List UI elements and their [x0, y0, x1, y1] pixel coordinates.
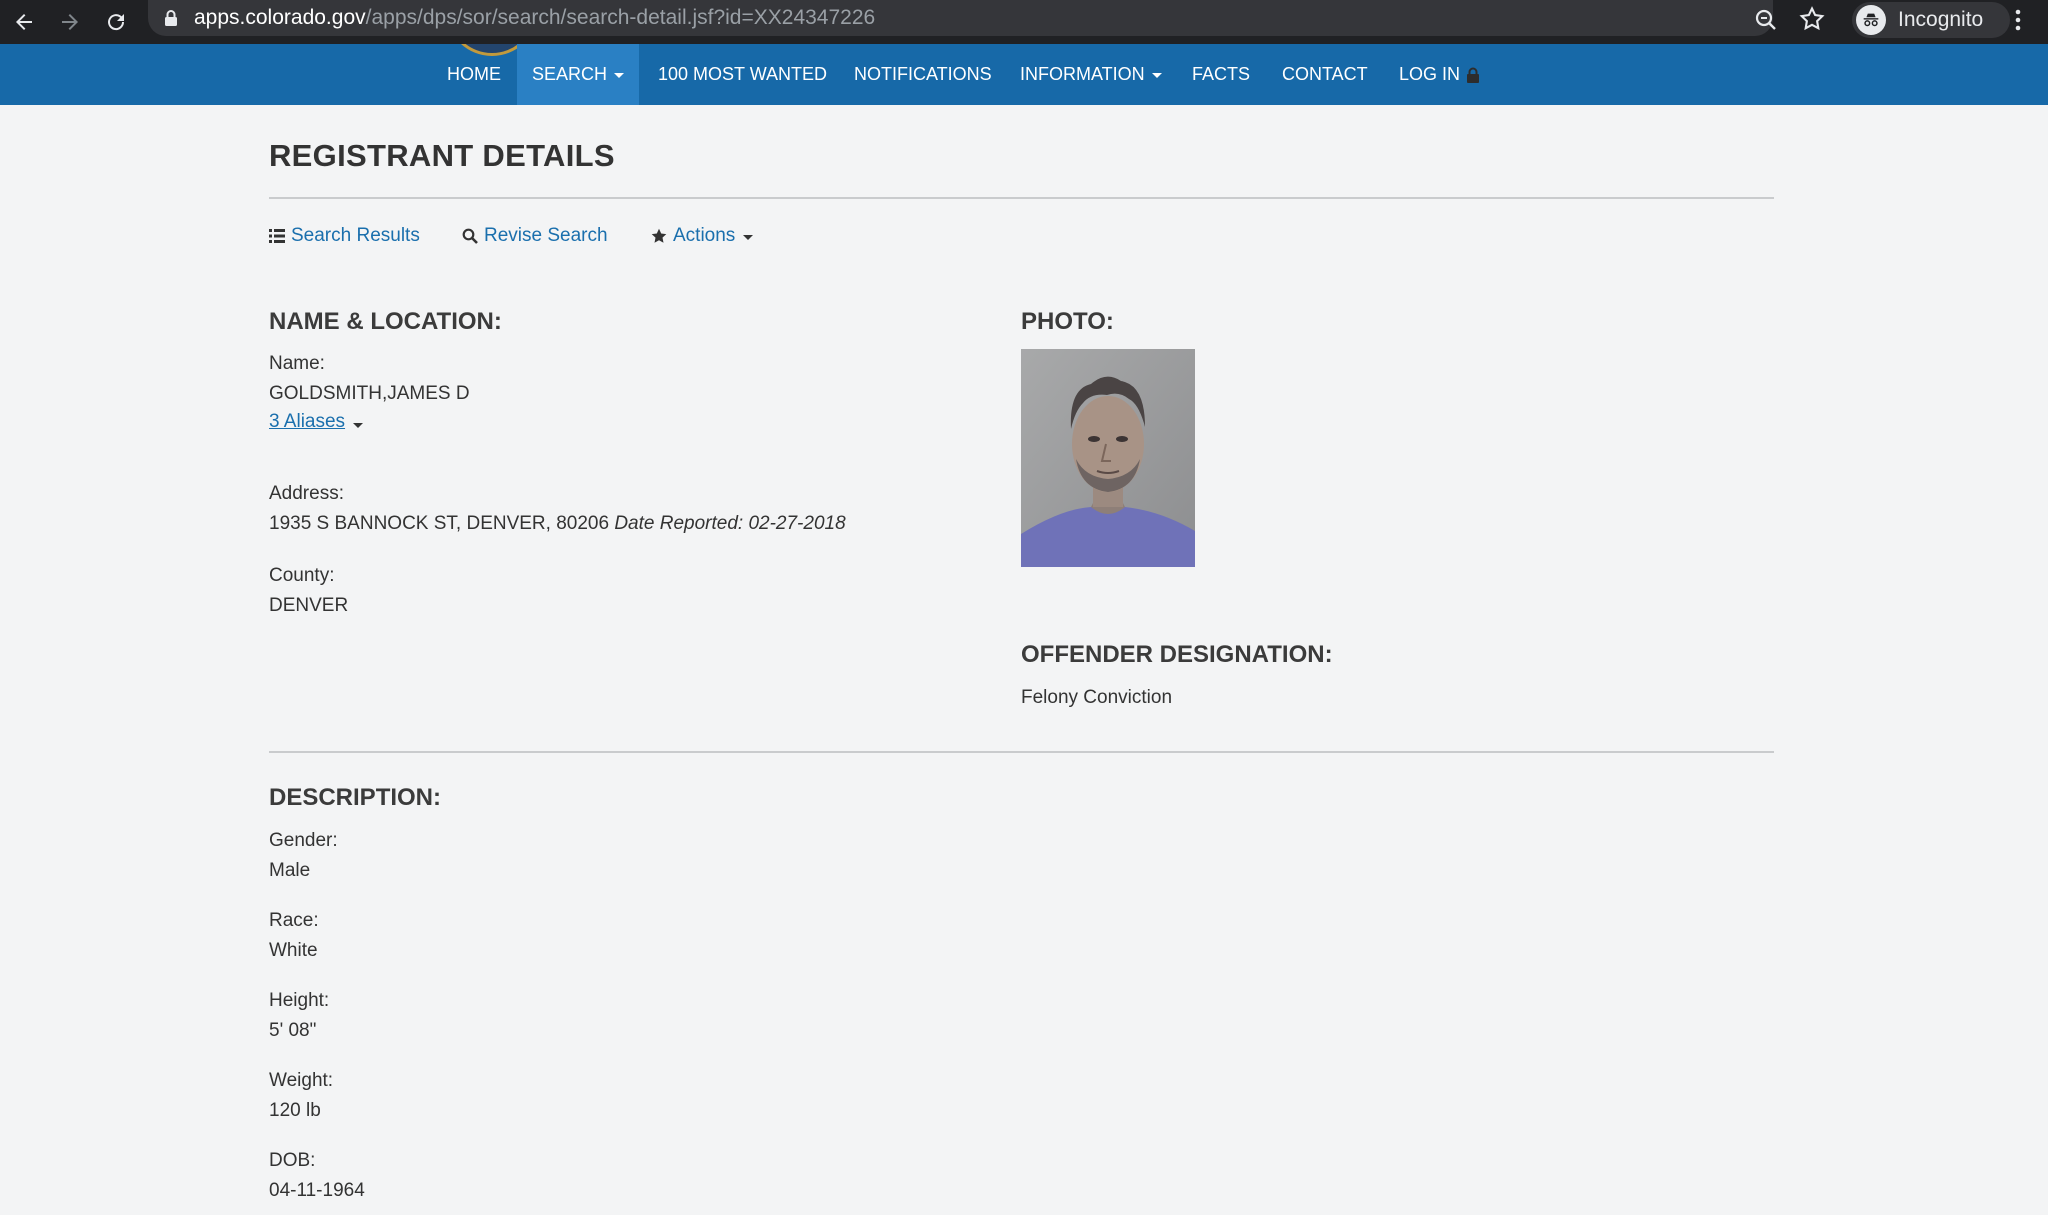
- weight-value: 120 lb: [269, 1100, 321, 1121]
- nav-contact-label: CONTACT: [1282, 64, 1368, 84]
- name-label: Name:: [269, 353, 325, 374]
- nav-login-label: LOG IN: [1399, 64, 1461, 84]
- date-reported: Date Reported: 02-27-2018: [614, 513, 846, 534]
- caret-down-icon: [743, 234, 754, 240]
- offender-designation-heading: OFFENDER DESIGNATION:: [1021, 641, 1333, 668]
- nav-most-wanted-label: 100 MOST WANTED: [658, 64, 828, 84]
- registrant-photo: [1021, 349, 1195, 567]
- incognito-label: Incognito: [1898, 8, 1984, 31]
- actions-dropdown[interactable]: Actions: [651, 223, 754, 249]
- nav-notifications[interactable]: NOTIFICATIONS: [854, 44, 992, 105]
- name-value: GOLDSMITH,JAMES D: [269, 383, 470, 404]
- height-value: 5' 08": [269, 1020, 317, 1041]
- star-icon: [651, 228, 667, 243]
- height-label: Height:: [269, 990, 330, 1011]
- nav-home-label: HOME: [447, 64, 501, 84]
- nav-home[interactable]: HOME: [447, 44, 501, 105]
- zoom-icon[interactable]: [1752, 6, 1780, 34]
- nav-facts[interactable]: FACTS: [1192, 44, 1250, 105]
- incognito-badge[interactable]: Incognito: [1852, 2, 2010, 38]
- page-title: REGISTRANT DETAILS: [269, 138, 615, 173]
- nav-information[interactable]: INFORMATION: [1020, 44, 1162, 105]
- lock-icon: [165, 10, 177, 26]
- gender-value: Male: [269, 860, 311, 881]
- nav-login[interactable]: LOG IN: [1399, 44, 1480, 105]
- race-value: White: [269, 940, 318, 961]
- county-value: DENVER: [269, 595, 349, 616]
- aliases-label: 3 Aliases: [269, 411, 346, 432]
- address-line: 1935 S BANNOCK ST, DENVER, 80206 Date Re…: [269, 513, 846, 535]
- address-bar[interactable]: apps.colorado.gov/apps/dps/sor/search/se…: [148, 0, 1773, 36]
- photo-heading: PHOTO:: [1021, 308, 1114, 335]
- race-label: Race:: [269, 910, 319, 931]
- dob-value: 04-11-1964: [269, 1180, 365, 1201]
- reload-icon[interactable]: [100, 6, 132, 38]
- forward-arrow-icon[interactable]: [54, 6, 86, 38]
- search-icon: [462, 228, 478, 244]
- bookmark-star-icon[interactable]: [1798, 5, 1826, 33]
- gender-label: Gender:: [269, 830, 338, 851]
- url-path: /apps/dps/sor/search/search-detail.jsf?i…: [365, 6, 876, 29]
- lock-icon: [1467, 67, 1480, 83]
- address-label: Address:: [269, 483, 344, 504]
- section-divider: [269, 751, 1774, 753]
- caret-down-icon: [353, 422, 364, 428]
- nav-most-wanted[interactable]: 100 MOST WANTED: [658, 44, 827, 105]
- offender-designation-value: Felony Conviction: [1021, 687, 1173, 708]
- revise-search-link[interactable]: Revise Search: [462, 223, 608, 249]
- nav-search[interactable]: SEARCH: [517, 44, 639, 105]
- incognito-icon: [1856, 5, 1886, 35]
- county-label: County:: [269, 565, 335, 586]
- title-divider: [269, 197, 1774, 199]
- aliases-dropdown-link[interactable]: 3 Aliases: [269, 411, 364, 433]
- address-value: 1935 S BANNOCK ST, DENVER, 80206: [269, 513, 610, 534]
- caret-down-icon: [614, 73, 624, 78]
- nav-contact[interactable]: CONTACT: [1282, 44, 1368, 105]
- nav-notifications-label: NOTIFICATIONS: [854, 64, 992, 84]
- weight-label: Weight:: [269, 1070, 334, 1091]
- url-host: apps.colorado.gov: [194, 6, 366, 29]
- kebab-menu-icon[interactable]: [2006, 4, 2030, 36]
- caret-down-icon: [1151, 73, 1162, 78]
- back-arrow-icon[interactable]: [8, 6, 40, 38]
- search-results-link[interactable]: Search Results: [269, 223, 420, 249]
- url-text[interactable]: apps.colorado.gov/apps/dps/sor/search/se…: [194, 5, 875, 31]
- nav-facts-label: FACTS: [1192, 64, 1251, 84]
- name-location-heading: NAME & LOCATION:: [269, 308, 502, 335]
- search-results-label: Search Results: [291, 225, 420, 246]
- actions-label: Actions: [673, 225, 736, 246]
- browser-toolbar: apps.colorado.gov/apps/dps/sor/search/se…: [0, 0, 2048, 44]
- nav-information-label: INFORMATION: [1020, 64, 1145, 84]
- description-heading: DESCRIPTION:: [269, 784, 442, 811]
- dob-label: DOB:: [269, 1150, 316, 1171]
- nav-search-label: SEARCH: [531, 64, 607, 84]
- revise-search-label: Revise Search: [484, 225, 608, 246]
- list-icon: [269, 229, 285, 243]
